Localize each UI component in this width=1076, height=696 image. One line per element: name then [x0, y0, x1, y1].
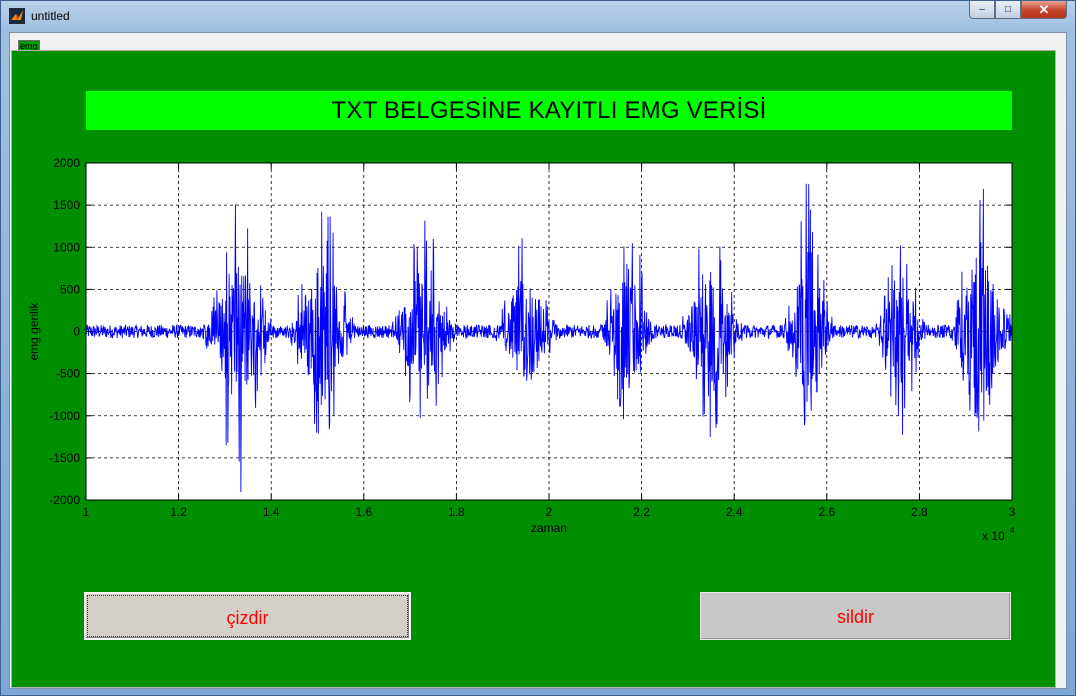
title-bar[interactable]: untitled – □ ✕	[1, 1, 1075, 31]
x-tick-label: 2.4	[726, 505, 743, 519]
x-tick-label: 1.8	[448, 505, 465, 519]
y-tick-label: -1500	[49, 451, 80, 465]
window-title: untitled	[31, 9, 70, 23]
maximize-button[interactable]: □	[995, 1, 1021, 19]
x-axis-label: zaman	[531, 521, 567, 535]
y-tick-label: 0	[73, 325, 80, 339]
app-window: untitled – □ ✕ emg TXT BELGESİNE KAYITLI…	[0, 0, 1076, 696]
y-tick-label: -2000	[49, 493, 80, 507]
window-controls: – □ ✕	[969, 1, 1067, 21]
x-tick-label: 1.4	[263, 505, 280, 519]
y-tick-label: 500	[60, 282, 80, 296]
emg-axes: 1 1.2 1.4 1.6 1.8 2 2.2 2.4 2.6 2.8 3 2000 1500 1000 5…	[27, 156, 1016, 543]
y-tick-label: -500	[56, 367, 80, 381]
x-exponent-power: 4	[1010, 526, 1015, 535]
figure-client-area: emg TXT BELGESİNE KAYITLI EMG VERİSİ 1 1.…	[9, 32, 1067, 689]
close-button[interactable]: ✕	[1021, 1, 1067, 19]
emg-panel: TXT BELGESİNE KAYITLI EMG VERİSİ 1 1.2 1.4…	[11, 50, 1056, 688]
y-axis-label: emg genlik	[27, 301, 41, 360]
x-tick-label: 1.2	[170, 505, 187, 519]
x-tick-label: 1.6	[355, 505, 372, 519]
y-tick-label: 1000	[53, 240, 80, 254]
y-tick-label: 2000	[53, 156, 80, 170]
y-tick-label: 1500	[53, 198, 80, 212]
draw-button[interactable]: çizdir	[84, 592, 411, 640]
x-tick-label: 3	[1009, 505, 1016, 519]
x-tick-label: 2	[546, 505, 553, 519]
x-tick-label: 2.8	[911, 505, 928, 519]
tab-strip: emg	[10, 33, 1066, 50]
tab-emg[interactable]: emg	[18, 40, 40, 50]
y-tick-label: -1000	[49, 409, 80, 423]
matlab-icon	[9, 8, 25, 24]
clear-button[interactable]: sildir	[700, 592, 1011, 640]
x-tick-label: 1	[83, 505, 90, 519]
side-edge	[1057, 50, 1065, 688]
x-tick-label: 2.6	[818, 505, 835, 519]
minimize-button[interactable]: –	[969, 1, 995, 19]
x-exponent-label: x 10	[982, 529, 1005, 543]
x-tick-label: 2.2	[633, 505, 650, 519]
